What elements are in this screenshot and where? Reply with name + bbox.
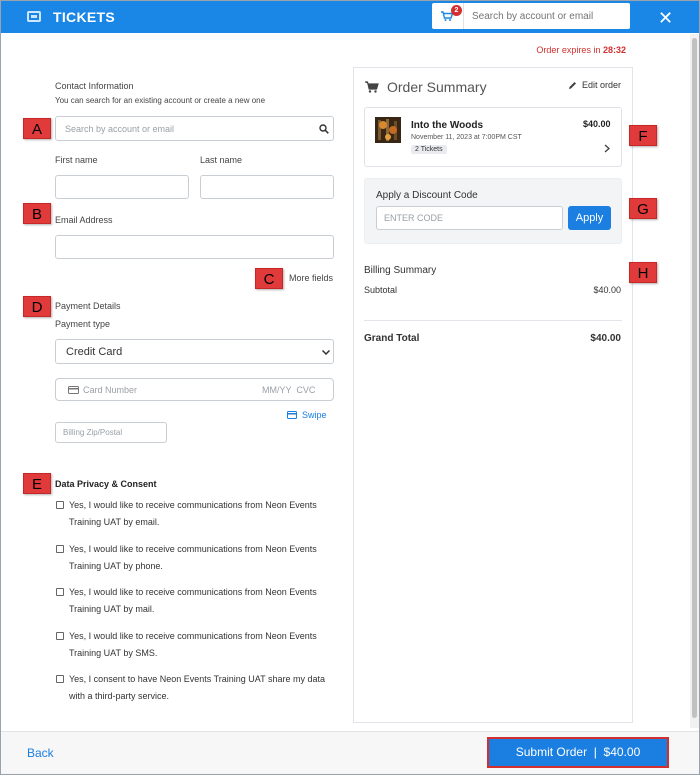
callout-d: D [23, 296, 51, 317]
last-name-label: Last name [200, 155, 243, 165]
consent-share-label: Yes, I consent to have Neon Events Train… [69, 674, 325, 701]
divider [463, 3, 464, 29]
ticket-price: $40.00 [583, 119, 611, 129]
billing-summary-title: Billing Summary [364, 265, 437, 276]
consent-email-label: Yes, I would like to receive communicati… [69, 500, 317, 527]
expiry-timer: 28:32 [602, 45, 626, 55]
email-label: Email Address [55, 215, 113, 225]
apply-button[interactable]: Apply [568, 206, 611, 230]
chevron-down-icon [322, 350, 330, 355]
contact-title: Contact Information [55, 81, 134, 91]
billing-zip-placeholder: Billing Zip/Postal [63, 428, 123, 437]
pencil-icon [569, 82, 576, 89]
grand-total-value: $40.00 [590, 333, 621, 344]
cart-button[interactable]: 2 [432, 3, 463, 29]
close-icon[interactable]: ✕ [658, 8, 673, 29]
contact-subtitle: You can search for an existing account o… [55, 96, 266, 105]
swipe-label: Swipe [302, 410, 327, 420]
header-search-box: 2 [432, 3, 630, 29]
expiry-cvc-placeholder: MM/YY CVC [262, 385, 316, 395]
last-name-field[interactable] [200, 175, 334, 199]
header-search-input[interactable] [472, 9, 622, 24]
consent-mail-label: Yes, I would like to receive communicati… [69, 587, 317, 614]
discount-placeholder: ENTER CODE [384, 213, 444, 223]
header-bar: TICKETS 2 ✕ [1, 1, 699, 33]
cart-icon [365, 81, 379, 93]
callout-a: A [23, 118, 51, 139]
first-name-label: First name [55, 155, 98, 165]
submit-order-button[interactable]: Submit Order | $40.00 [487, 737, 669, 768]
divider [364, 320, 622, 321]
scrollbar[interactable] [690, 34, 699, 728]
cart-count-badge: 2 [451, 5, 462, 16]
edit-order-label: Edit order [582, 80, 622, 90]
consent-sms-label: Yes, I would like to receive communicati… [69, 631, 317, 658]
contact-search-placeholder: Search by account or email [65, 124, 175, 134]
payment-type-value: Credit Card [66, 346, 123, 358]
callout-h: H [629, 262, 657, 283]
callout-g: G [629, 198, 657, 219]
grand-total-label: Grand Total [364, 333, 420, 344]
payment-title: Payment Details [55, 301, 121, 311]
consent-sms-checkbox[interactable] [56, 632, 64, 640]
callout-f: F [629, 125, 657, 146]
event-date: November 11, 2023 at 7:00PM CST [411, 134, 522, 141]
callout-b: B [23, 203, 51, 224]
ticket-count-badge: 2 Tickets [411, 145, 447, 154]
header-title: TICKETS [53, 9, 115, 25]
consent-mail-checkbox[interactable] [56, 588, 64, 596]
order-summary-title: Order Summary [387, 79, 487, 95]
callout-c: C [255, 268, 283, 289]
email-field[interactable] [55, 235, 334, 259]
back-button[interactable]: Back [27, 746, 54, 760]
card-number-field[interactable]: Card Number MM/YY CVC [55, 378, 334, 401]
consent-phone-checkbox[interactable] [56, 545, 64, 553]
swipe-card-icon [287, 411, 297, 419]
discount-title: Apply a Discount Code [376, 190, 478, 201]
event-thumbnail [375, 117, 401, 143]
consent-phone-label: Yes, I would like to receive communicati… [69, 544, 317, 571]
first-name-field[interactable] [55, 175, 189, 199]
more-fields-link[interactable]: More fields [289, 273, 333, 283]
order-expiry: Order expires in 28:32 [536, 45, 626, 55]
ticket-item-card[interactable]: Into the Woods November 11, 2023 at 7:00… [364, 107, 622, 167]
ticket-icon [27, 11, 41, 22]
scrollbar-thumb[interactable] [692, 38, 697, 718]
callout-e: E [23, 473, 51, 494]
discount-code-input[interactable]: ENTER CODE [376, 206, 563, 230]
search-icon[interactable] [319, 124, 329, 134]
privacy-title: Data Privacy & Consent [55, 479, 157, 489]
payment-type-select[interactable]: Credit Card [55, 339, 334, 364]
card-number-placeholder: Card Number [83, 385, 138, 395]
contact-search-input[interactable]: Search by account or email [55, 116, 334, 141]
credit-card-icon [68, 386, 79, 394]
expiry-label: Order expires in [536, 45, 601, 55]
subtotal-value: $40.00 [593, 285, 621, 295]
payment-type-label: Payment type [55, 319, 111, 329]
event-name: Into the Woods [411, 120, 484, 131]
consent-email-checkbox[interactable] [56, 501, 64, 509]
consent-share-checkbox[interactable] [56, 675, 64, 683]
chevron-right-icon[interactable] [604, 144, 610, 153]
billing-zip-field[interactable]: Billing Zip/Postal [55, 422, 167, 443]
subtotal-label: Subtotal [364, 285, 398, 295]
